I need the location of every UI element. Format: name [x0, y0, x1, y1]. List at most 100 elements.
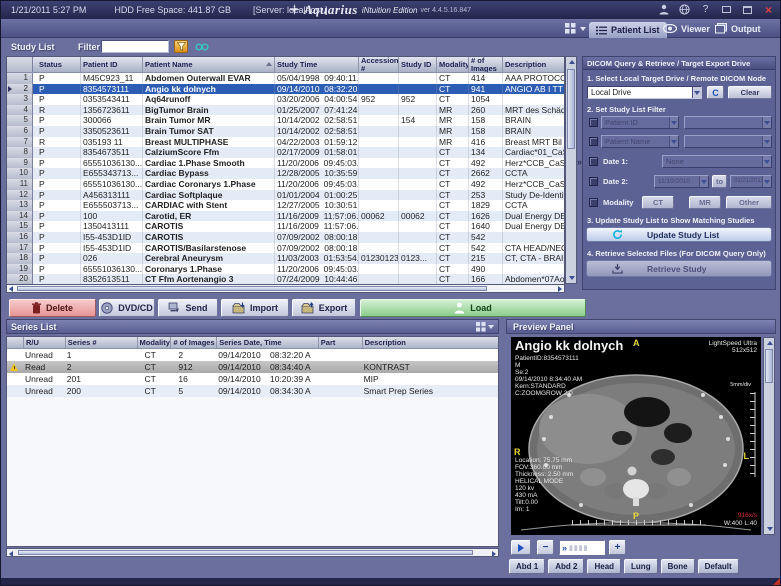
preset-head-button[interactable]: Head [587, 559, 621, 574]
date1-checkbox[interactable] [589, 157, 598, 166]
study-row[interactable]: 11P65551036130...Cardiac Coronarys 1.Pha… [7, 179, 564, 190]
close-window-icon[interactable]: × [761, 3, 776, 16]
col-patient-id[interactable]: Patient ID [81, 57, 143, 72]
preview-scrollbar[interactable] [763, 337, 775, 535]
scroll-down-icon[interactable] [569, 276, 575, 280]
col-accession[interactable]: Accession # [359, 57, 399, 72]
tab-viewer[interactable]: Viewer [663, 21, 710, 36]
study-row[interactable]: 13PE655503713...CARDIAC with Stent12/27/… [7, 200, 564, 211]
col-modality[interactable]: Modality [437, 57, 469, 72]
modality-other-button[interactable]: Other [726, 196, 772, 209]
study-row[interactable]: 8P8354673511CalziumScore Ffm02/17/2009 0… [7, 147, 564, 158]
tab-patient-list[interactable]: Patient List [589, 22, 667, 38]
study-row[interactable]: 18P026Cerebral Aneurysm11/03/2003 01:53:… [7, 253, 564, 264]
series-row[interactable]: Unread201CT1609/14/201010:20:39 AMIP [7, 373, 498, 385]
study-row[interactable]: 1PM45C923_11Abdomen Outerwall EVAR05/04/… [7, 73, 564, 84]
study-row[interactable]: 3P0353543411Aq64runoff03/20/2006 04:00:5… [7, 94, 564, 105]
scroll-thumb[interactable] [765, 349, 773, 383]
study-row[interactable]: 17PI55-453D1IDCAROTIS/Basilarstenose07/0… [7, 243, 564, 254]
clear-button[interactable]: Clear [728, 86, 772, 99]
study-row[interactable]: 2P8354573111Angio kk dolnych09/14/2010 0… [7, 84, 564, 95]
study-row[interactable]: 7R035193 11Breast MULTIPHASE04/22/2003 0… [7, 137, 564, 148]
col-series-images[interactable]: # of Images [170, 337, 216, 348]
refresh-drive-button[interactable]: C [707, 86, 724, 99]
scroll-thumb[interactable] [567, 69, 575, 149]
series-row[interactable]: Unread1CT209/14/201008:32:20 A [7, 349, 498, 361]
search-studies-icon[interactable] [195, 40, 209, 53]
panel-expand-icon[interactable]: » [577, 157, 582, 167]
study-row[interactable]: 5P300066Brain Tumor MR10/14/2002 02:58:5… [7, 115, 564, 126]
study-vertical-scrollbar[interactable] [565, 56, 577, 284]
send-button[interactable]: Send [158, 299, 218, 317]
col-num-images[interactable]: # of Images [469, 57, 503, 72]
col-status[interactable]: Status [33, 57, 81, 72]
scroll-right-icon[interactable] [492, 551, 496, 557]
study-row[interactable]: 14P100Carotid, ER11/16/2009 11:57:06...0… [7, 211, 564, 222]
resize-handle[interactable] [773, 578, 780, 585]
filter-value-select[interactable] [684, 116, 772, 129]
col-series-modality[interactable]: Modality [137, 337, 171, 348]
study-row[interactable]: 6P3350523611Brain Tumor SAT10/14/2002 02… [7, 126, 564, 137]
scroll-up-icon[interactable] [569, 60, 575, 64]
preset-bone-button[interactable]: Bone [661, 559, 695, 574]
col-patient-name[interactable]: Patient Name [143, 57, 275, 72]
modality-checkbox[interactable] [589, 198, 598, 207]
load-button[interactable]: Load [360, 299, 586, 317]
date2-checkbox[interactable] [589, 177, 598, 186]
col-series-datetime[interactable]: Series Date, Time [216, 337, 318, 348]
export-button[interactable]: Export [292, 299, 356, 317]
date-from-select[interactable]: 11/19/2010 [654, 175, 709, 188]
scroll-left-icon[interactable] [9, 551, 13, 557]
layout-dropdown-button[interactable] [565, 21, 586, 36]
study-row[interactable]: 10PE655343713...Cardiac Bypass12/28/2005… [7, 168, 564, 179]
minimize-window-icon[interactable] [719, 3, 734, 16]
col-study-time[interactable]: Study Time [275, 57, 359, 72]
user-icon[interactable] [656, 3, 671, 16]
filter-field-select[interactable]: Patient Name [601, 135, 679, 148]
study-row[interactable]: 15P1350413111CAROTIS11/16/2009 11:57:06.… [7, 221, 564, 232]
preset-lung-button[interactable]: Lung [624, 559, 658, 574]
col-series-description[interactable]: Description [362, 337, 498, 348]
date-to-button[interactable]: to [712, 175, 727, 188]
col-series-number[interactable]: Series # [65, 337, 137, 348]
preset-default-button[interactable]: Default [698, 559, 739, 574]
patient-name-checkbox[interactable] [589, 137, 598, 146]
scroll-thumb[interactable] [18, 550, 473, 555]
zoom-out-button[interactable]: − [537, 540, 554, 555]
preset-abd1-button[interactable]: Abd 1 [509, 559, 545, 574]
preset-abd2-button[interactable]: Abd 2 [548, 559, 584, 574]
network-icon[interactable] [677, 3, 692, 16]
retrieve-study-button[interactable]: Retrieve Study [586, 260, 772, 277]
study-row[interactable]: 16PI55-453D1IDCAROTIS07/09/2002 08:00:18… [7, 232, 564, 243]
col-study-id[interactable]: Study ID [399, 57, 437, 72]
clear-filter-icon[interactable] [174, 40, 188, 53]
study-row[interactable]: 9P65551036130...Cardiac 1.Phase Smooth11… [7, 158, 564, 169]
col-ru[interactable]: R/U [23, 337, 65, 348]
scroll-left-icon[interactable] [9, 286, 13, 292]
study-row[interactable]: 4R1356723611BigTumor Brain01/25/2007 07:… [7, 105, 564, 116]
help-icon[interactable]: ? [698, 3, 713, 16]
target-drive-select[interactable]: Local Drive [587, 86, 702, 99]
modality-mr-button[interactable]: MR [689, 196, 721, 209]
study-row[interactable]: 12PA456313111Cardiac Softplaque01/01/200… [7, 190, 564, 201]
import-button[interactable]: Import [221, 299, 289, 317]
frame-slider[interactable]: »▮▮▮▮ [559, 540, 605, 555]
update-study-list-button[interactable]: Update Study List [586, 227, 772, 242]
play-button[interactable] [511, 540, 531, 555]
restore-window-icon[interactable] [740, 3, 755, 16]
modality-ct-button[interactable]: CT [642, 196, 674, 209]
col-description[interactable]: Description [503, 57, 564, 72]
series-horizontal-scrollbar[interactable] [6, 548, 499, 557]
series-row[interactable]: Read2CT91209/14/201008:34:40 AKONTRAST [7, 361, 498, 373]
filter-field-select[interactable]: Patient ID [601, 116, 679, 129]
delete-button[interactable]: Delete [9, 299, 96, 317]
filter-value-select[interactable] [684, 135, 772, 148]
study-horizontal-scrollbar[interactable] [6, 284, 565, 293]
date1-select[interactable]: None [662, 155, 772, 168]
tab-output[interactable]: Output [715, 21, 761, 36]
study-row[interactable]: 19P65551036130...Coronarys 1.Phase11/20/… [7, 264, 564, 275]
scroll-down-icon[interactable] [767, 527, 773, 531]
study-filter-input[interactable] [101, 40, 169, 53]
ct-preview-image[interactable]: Angio kk dolnych PatientID:8354573111 M … [511, 337, 761, 535]
scroll-up-icon[interactable] [767, 341, 773, 345]
